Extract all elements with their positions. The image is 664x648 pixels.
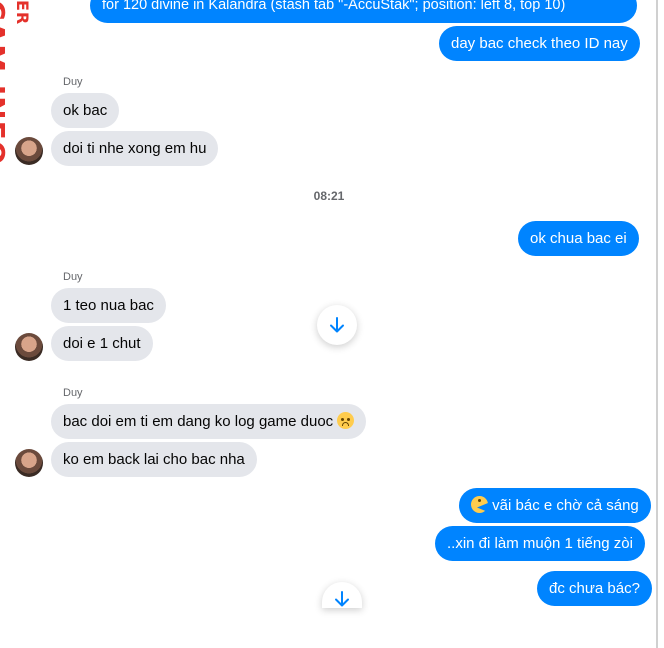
incoming-message[interactable]: ko em back lai cho bac nha (51, 442, 257, 477)
incoming-message[interactable]: doi e 1 chut (51, 326, 153, 361)
message-text: ok chua bac ei (530, 230, 627, 247)
incoming-message[interactable]: bac doi em ti em dang ko log game duoc (51, 404, 367, 439)
incoming-message[interactable]: doi ti nhe xong em hu (51, 131, 219, 166)
window-border (656, 0, 658, 648)
message-text: day bac check theo ID nay (451, 35, 628, 52)
avatar[interactable] (15, 449, 43, 477)
outgoing-message[interactable]: vãi bác e chờ cả sáng (459, 488, 651, 523)
outgoing-message[interactable]: for 120 divine in Kalandra (stash tab "-… (90, 0, 637, 23)
avatar[interactable] (15, 137, 43, 165)
scroll-to-bottom-button[interactable] (322, 582, 362, 608)
watermark: ERCAM.INFO (0, 0, 36, 166)
message-text: vãi bác e chờ cả sáng (492, 497, 639, 514)
outgoing-message[interactable]: ok chua bac ei (518, 221, 639, 256)
scroll-to-bottom-button[interactable] (317, 305, 357, 345)
message-text: doi ti nhe xong em hu (63, 140, 207, 157)
message-text: đc chưa bác? (549, 580, 640, 597)
sender-name: Duy (63, 76, 83, 88)
message-text: ok bac (63, 102, 108, 119)
avatar[interactable] (15, 333, 43, 361)
arrow-down-icon (335, 591, 349, 607)
message-timestamp: 08:21 (313, 189, 345, 203)
message-text: ..xin đi làm muộn 1 tiếng zòi (447, 535, 633, 552)
sender-name: Duy (63, 387, 83, 399)
watermark-main-text: CAM.INFO (0, 0, 11, 166)
outgoing-message[interactable]: day bac check theo ID nay (439, 26, 640, 61)
sender-name: Duy (63, 271, 83, 283)
message-text: ko em back lai cho bac nha (63, 451, 245, 468)
outgoing-message[interactable]: đc chưa bác? (537, 571, 652, 606)
pacman-emoji-icon (471, 496, 488, 513)
message-text: doi e 1 chut (63, 335, 141, 352)
message-text: for 120 divine in Kalandra (stash tab "-… (102, 0, 566, 13)
incoming-message[interactable]: 1 teo nua bac (51, 288, 166, 323)
bottom-area (0, 608, 664, 648)
disappointed-face-emoji-icon (337, 412, 355, 429)
arrow-down-icon (330, 317, 344, 333)
outgoing-message[interactable]: ..xin đi làm muộn 1 tiếng zòi (435, 526, 645, 561)
watermark-top-text: ER (13, 0, 32, 26)
incoming-message[interactable]: ok bac (51, 93, 120, 128)
message-text: bac doi em ti em dang ko log game duoc (63, 413, 334, 430)
message-text: 1 teo nua bac (63, 297, 154, 314)
